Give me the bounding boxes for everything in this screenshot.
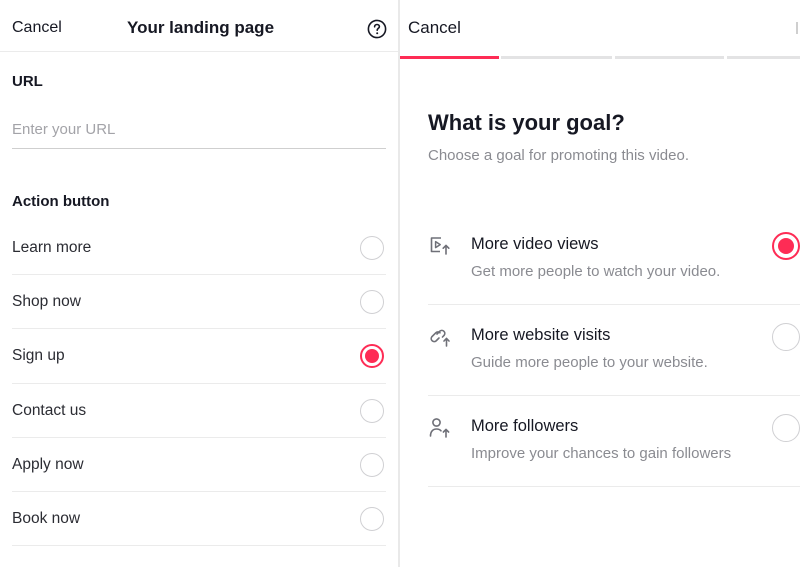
action-option-contact-us[interactable]: Contact us bbox=[12, 384, 386, 438]
goal-panel: Cancel What is your goal? Choose a goal … bbox=[400, 0, 800, 567]
url-input[interactable] bbox=[12, 111, 386, 149]
goal-subheading: Choose a goal for promoting this video. bbox=[428, 147, 689, 164]
action-option-sign-up[interactable]: Sign up bbox=[12, 329, 386, 384]
video-play-icon bbox=[430, 237, 450, 255]
goal-option-subtitle: Get more people to watch your video. bbox=[471, 263, 721, 280]
radio-button[interactable] bbox=[360, 398, 384, 423]
link-icon bbox=[430, 329, 450, 347]
page-title: Your landing page bbox=[127, 18, 275, 37]
goal-option-subtitle: Guide more people to your website. bbox=[471, 354, 708, 371]
goal-option-title: More followers bbox=[471, 417, 579, 435]
progress-step-3 bbox=[615, 56, 724, 59]
goal-options: More video views Get more people to watc… bbox=[428, 214, 800, 487]
option-label: Contact us bbox=[12, 401, 87, 419]
goal-option-video-views[interactable]: More video views Get more people to watc… bbox=[428, 214, 800, 305]
goal-option-followers[interactable]: More followers Improve your chances to g… bbox=[428, 396, 800, 487]
action-option-apply-now[interactable]: Apply now bbox=[12, 438, 386, 492]
radio-button-selected[interactable] bbox=[360, 344, 384, 369]
radio-button[interactable] bbox=[360, 290, 384, 315]
landing-header: Cancel Your landing page bbox=[0, 0, 398, 52]
radio-button[interactable] bbox=[360, 452, 384, 477]
progress-step-4 bbox=[727, 56, 800, 59]
cancel-button[interactable]: Cancel bbox=[408, 18, 461, 38]
action-option-learn-more[interactable]: Learn more bbox=[12, 221, 386, 276]
option-label: Book now bbox=[12, 509, 81, 527]
goal-option-title: More video views bbox=[471, 235, 599, 253]
option-label: Learn more bbox=[12, 239, 92, 256]
goal-option-website-visits[interactable]: More website visits Guide more people to… bbox=[428, 305, 800, 396]
radio-button[interactable] bbox=[360, 506, 384, 531]
goal-option-subtitle: Improve your chances to gain followers bbox=[471, 445, 732, 462]
action-button-label: Action button bbox=[12, 193, 110, 210]
goal-option-title: More website visits bbox=[471, 326, 611, 344]
clipped-header-icon bbox=[796, 22, 800, 34]
radio-button[interactable] bbox=[360, 236, 384, 260]
landing-page-panel: Cancel Your landing page URL Action butt… bbox=[0, 0, 398, 567]
action-option-shop-now[interactable]: Shop now bbox=[12, 275, 386, 330]
url-label: URL bbox=[12, 73, 43, 90]
goal-heading: What is your goal? bbox=[428, 110, 625, 135]
cancel-button[interactable]: Cancel bbox=[12, 19, 62, 37]
option-label: Sign up bbox=[12, 347, 65, 365]
progress-step-2 bbox=[501, 56, 612, 59]
question-circle-icon[interactable] bbox=[367, 19, 387, 39]
radio-button[interactable] bbox=[772, 414, 800, 442]
progress-step-1 bbox=[400, 56, 499, 59]
action-button-options: Learn more Shop now Sign up Contact us A… bbox=[12, 221, 386, 547]
radio-button-selected[interactable] bbox=[772, 232, 800, 260]
option-label: Apply now bbox=[12, 455, 84, 473]
option-label: Shop now bbox=[12, 293, 81, 311]
action-option-book-now[interactable]: Book now bbox=[12, 492, 386, 547]
radio-button[interactable] bbox=[772, 323, 800, 351]
step-progress bbox=[400, 56, 800, 60]
user-follow-icon bbox=[429, 418, 450, 438]
